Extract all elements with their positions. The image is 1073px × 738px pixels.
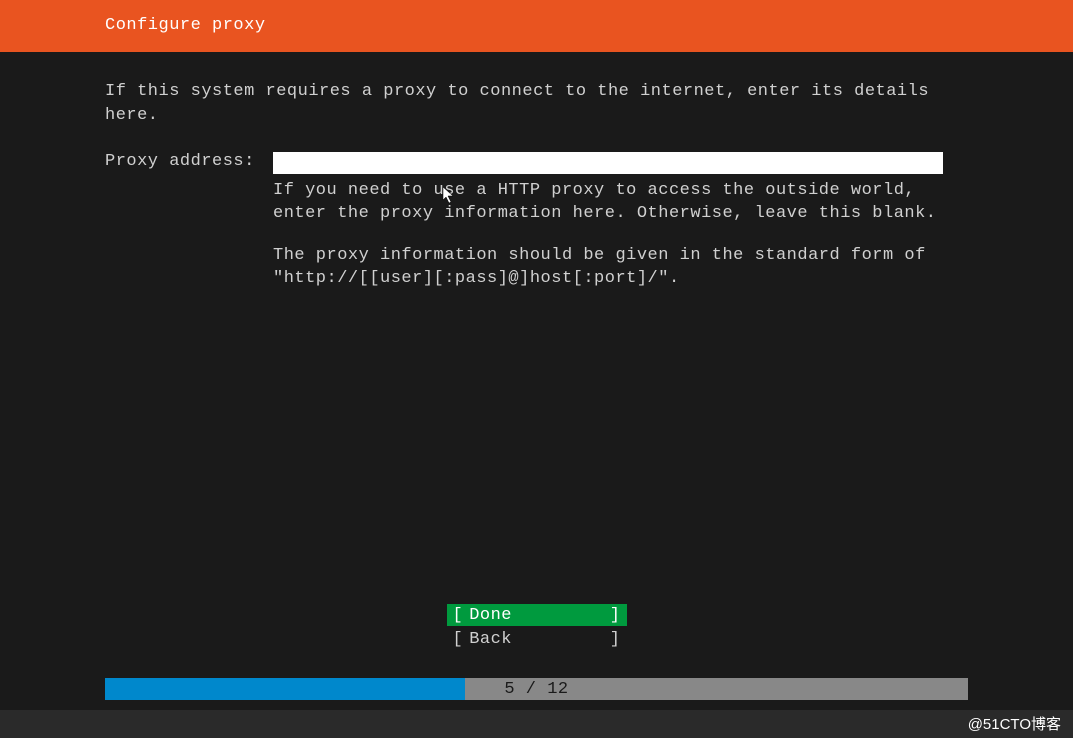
page-title: Configure proxy xyxy=(105,16,266,35)
proxy-address-label: Proxy address: xyxy=(105,152,273,171)
proxy-help-text-2: The proxy information should be given in… xyxy=(273,245,943,291)
progress-text: 5 / 12 xyxy=(504,680,568,699)
back-button-label: Back xyxy=(469,630,512,649)
intro-text: If this system requires a proxy to conne… xyxy=(105,80,968,128)
bracket-right: ] xyxy=(610,630,621,649)
proxy-address-input[interactable] xyxy=(273,152,943,174)
proxy-help-text-1: If you need to use a HTTP proxy to acces… xyxy=(273,180,943,226)
bracket-right: ] xyxy=(610,606,621,625)
back-button[interactable]: [ Back ] xyxy=(447,628,627,650)
done-button-label: Done xyxy=(469,606,512,625)
installer-screen: Configure proxy If this system requires … xyxy=(0,0,1073,710)
proxy-form-row: Proxy address: If you need to use a HTTP… xyxy=(105,152,968,292)
proxy-input-area: If you need to use a HTTP proxy to acces… xyxy=(273,152,968,292)
bracket-left: [ xyxy=(453,606,464,625)
bracket-left: [ xyxy=(453,630,464,649)
watermark-text: @51CTO博客 xyxy=(968,713,1061,734)
content-area: If this system requires a proxy to conne… xyxy=(0,52,1073,291)
header-bar: Configure proxy xyxy=(0,0,1073,52)
progress-fill xyxy=(105,678,465,700)
progress-bar: 5 / 12 xyxy=(105,678,968,700)
done-button[interactable]: [ Done ] xyxy=(447,604,627,626)
button-group: [ Done ] [ Back ] xyxy=(447,604,627,650)
